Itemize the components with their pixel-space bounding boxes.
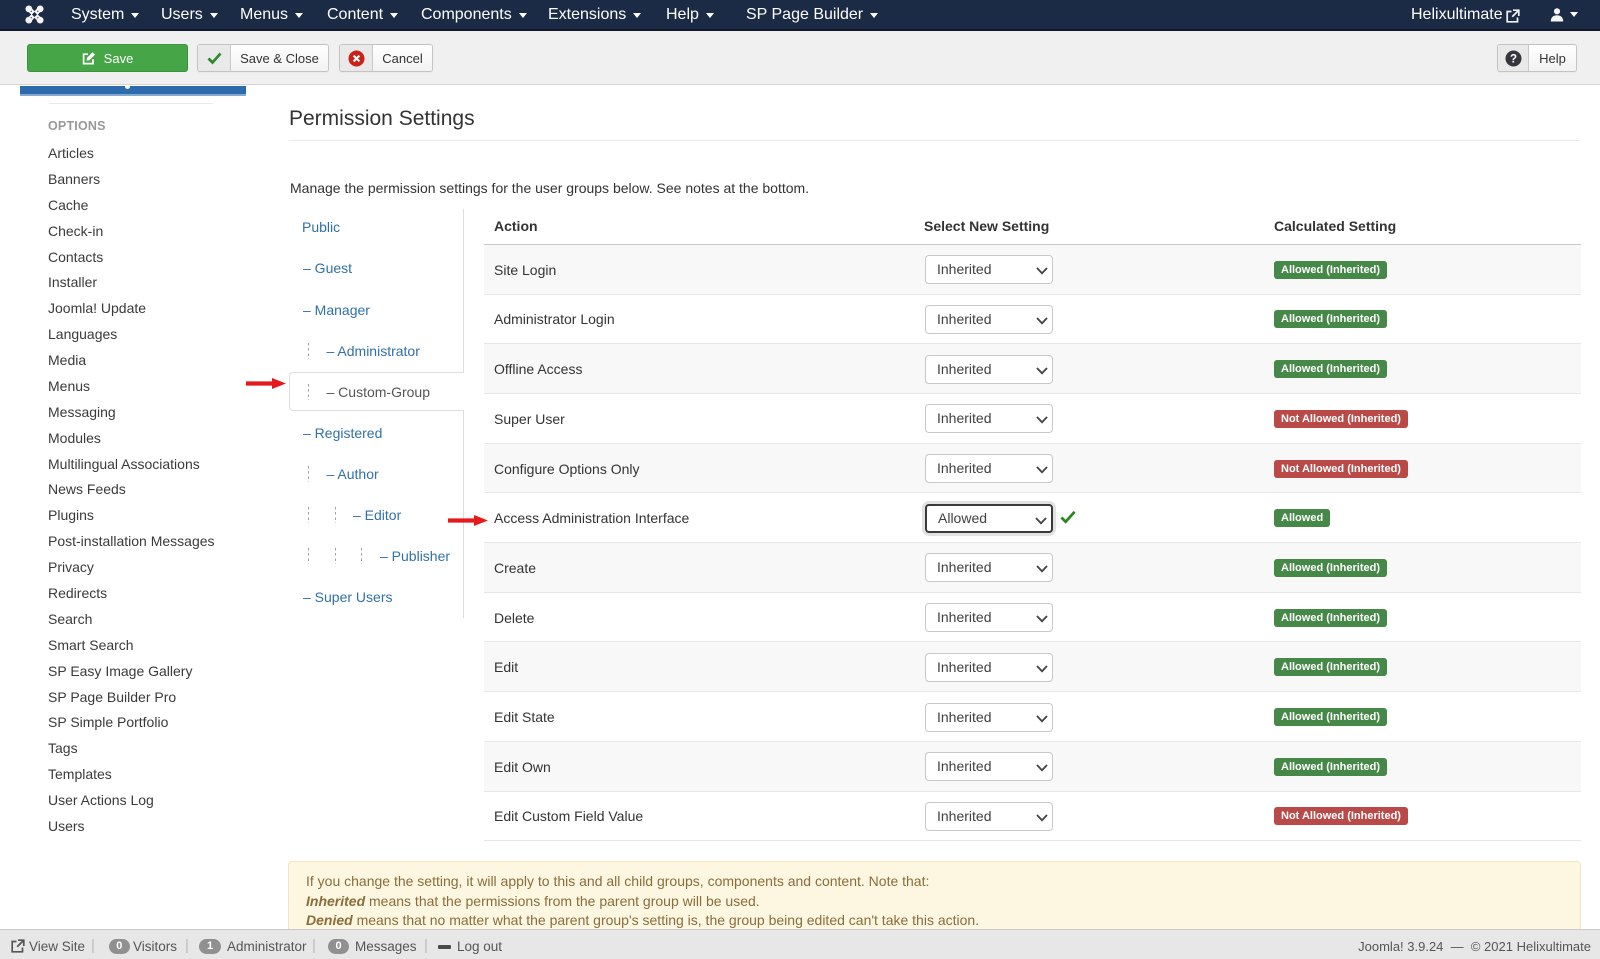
svg-text:?: ? [1509,53,1516,65]
